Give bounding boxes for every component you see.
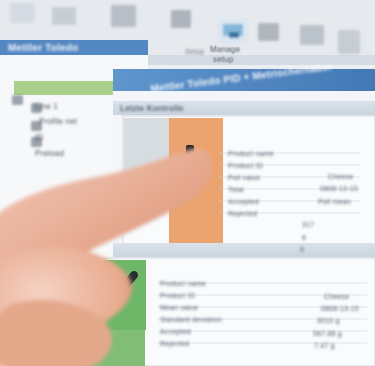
section-one-title: Letzte Kontrolle <box>120 104 184 113</box>
section-two-label-5: Accepted <box>160 329 191 336</box>
ribbon-tab-setup[interactable]: Setup <box>185 49 204 56</box>
section-two-label-6: Rejected <box>160 341 190 348</box>
section-two-label-3: Mean value <box>160 305 199 312</box>
section-two-value-2: 0808-13-15 <box>321 306 359 313</box>
section-two-value-3: 3010 g <box>317 318 340 325</box>
section-one-label-1: Product name <box>228 151 274 158</box>
left-item-preload[interactable]: Preload <box>35 149 64 158</box>
section-two-label-4: Standard deviation <box>160 317 222 324</box>
section-one-label-5: Accepted <box>228 199 259 206</box>
left-item-profile[interactable]: Profile net <box>39 117 77 126</box>
left-item-id[interactable]: ID <box>35 133 43 142</box>
left-item-line[interactable]: Line 1 <box>35 102 58 111</box>
section-one-value-6: 6 <box>302 235 307 242</box>
section-two-value-5: 7.47 g <box>314 343 335 350</box>
section-two-label-2: Product ID <box>160 293 196 300</box>
section-one-value-5: 317 <box>302 222 315 229</box>
section-one-extra: 5 <box>300 247 305 254</box>
section-one-value-3: Poll mean <box>318 199 351 206</box>
section-one-value-2: 0808-13-15 <box>320 186 358 193</box>
left-panel-title: Mettler Toledo <box>8 43 79 54</box>
ribbon-setup-label[interactable]: setup <box>213 55 234 64</box>
section-one-value-1: Cheese <box>328 174 354 181</box>
section-one-label-3: Poll value <box>228 175 261 182</box>
section-one-label-4: Total <box>228 187 244 194</box>
section-two-label-1: Product name <box>160 281 206 288</box>
ribbon-manage-label[interactable]: Manage <box>210 45 240 54</box>
section-one-label-6: Rejected <box>228 211 258 218</box>
section-two-value-1: Cheese <box>324 294 350 301</box>
section-two-value-4: 567.88 g <box>313 331 342 338</box>
section-one-label-2: Product ID <box>228 163 264 170</box>
